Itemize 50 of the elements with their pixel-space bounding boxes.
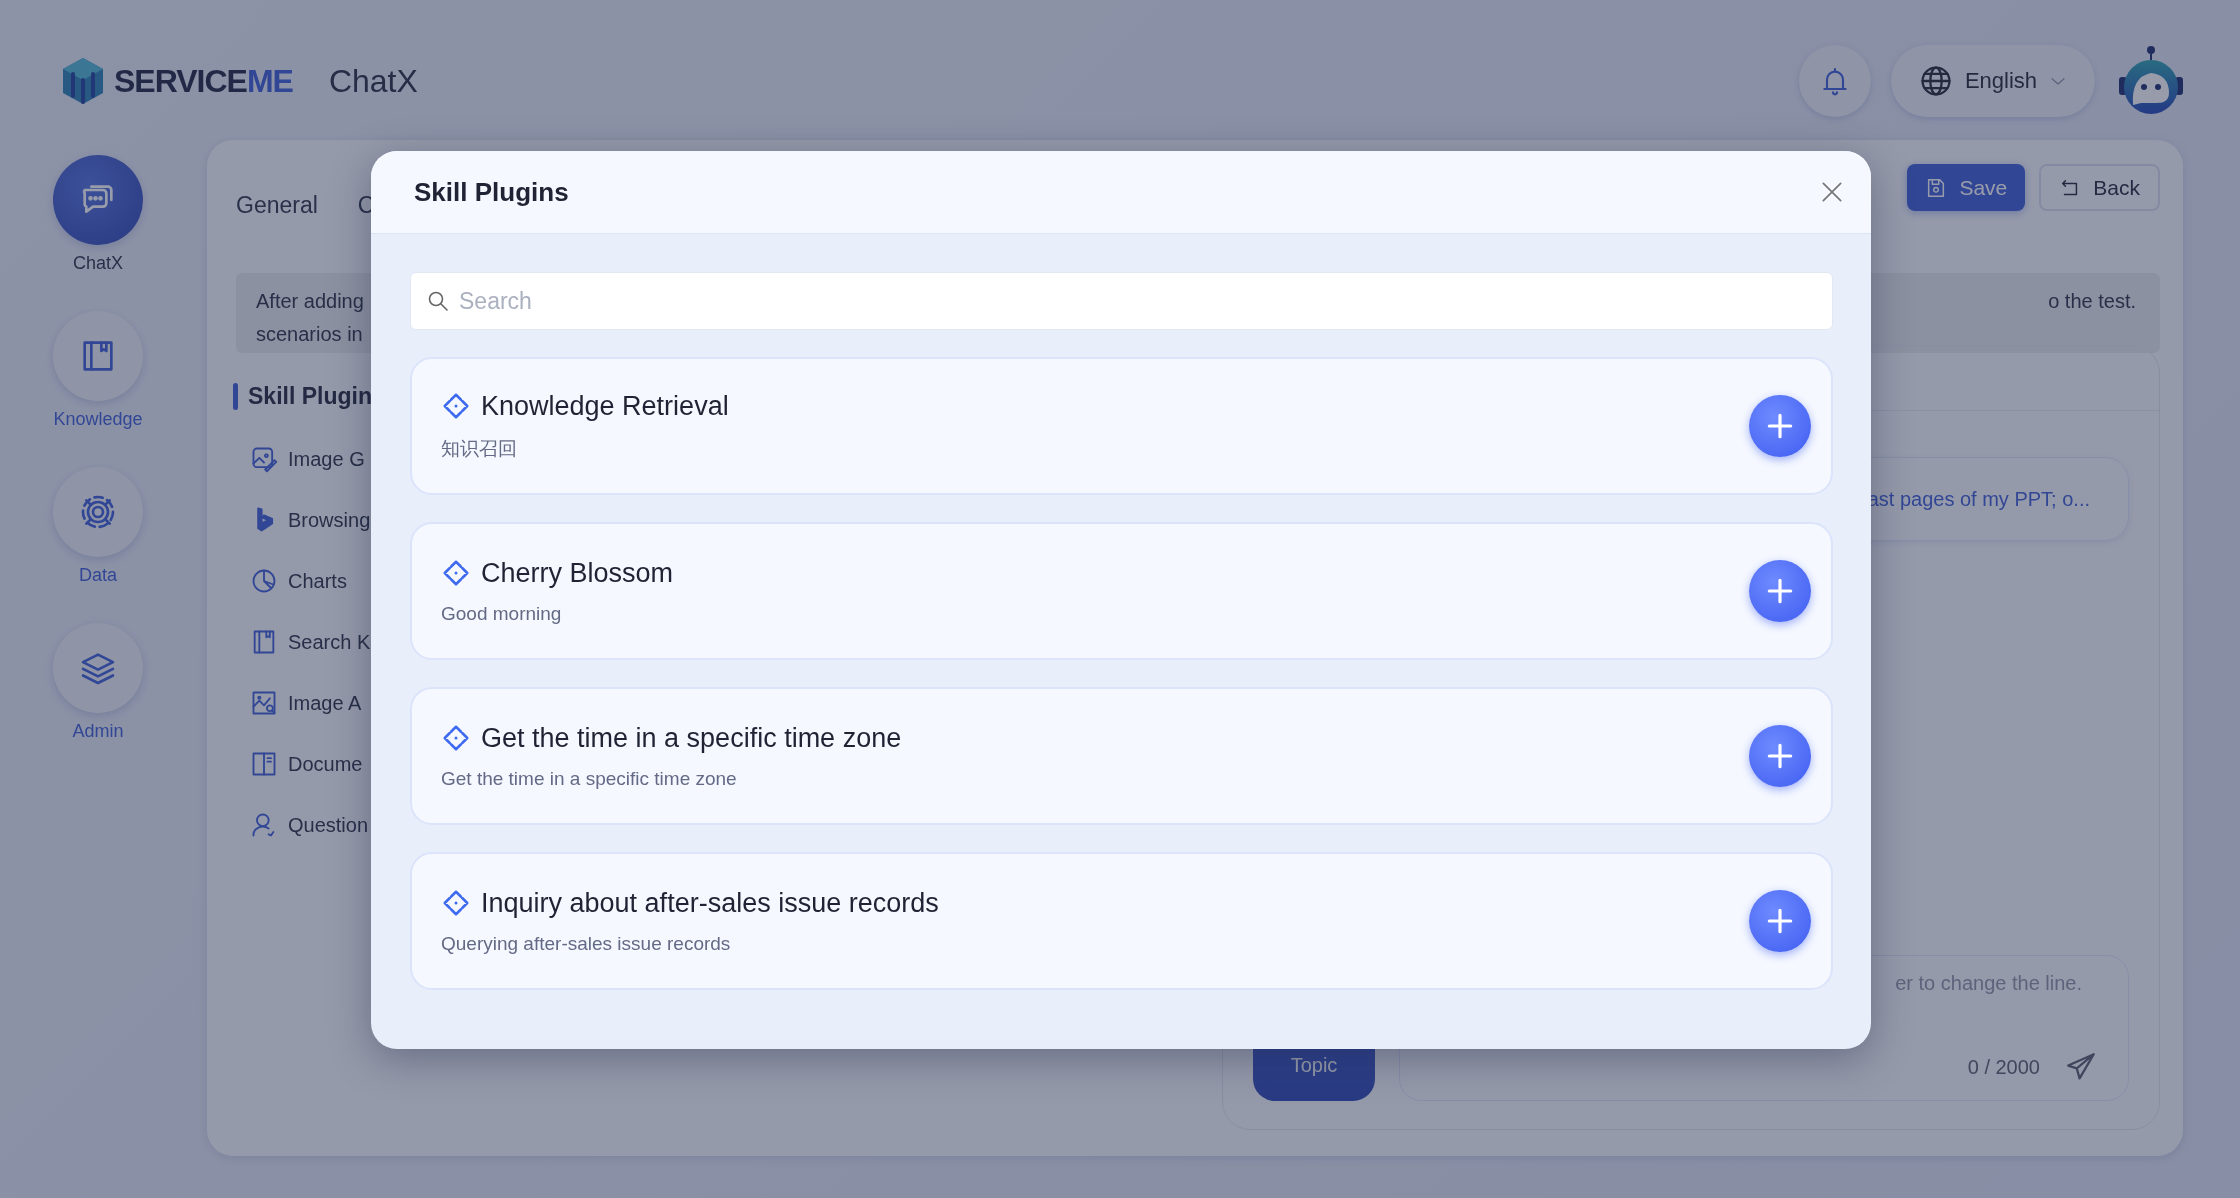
add-button[interactable] bbox=[1749, 560, 1811, 622]
add-button[interactable] bbox=[1749, 395, 1811, 457]
section-title: Skill Plugin bbox=[248, 383, 372, 410]
plugin-name: Get the time in a specific time zone bbox=[481, 722, 902, 754]
search-icon bbox=[426, 289, 450, 313]
save-button[interactable]: Save bbox=[1907, 164, 2026, 211]
plugin-name: Inquiry about after-sales issue records bbox=[481, 887, 939, 919]
plugin-description: 知识召回 bbox=[441, 436, 518, 461]
image-search-icon bbox=[250, 689, 278, 717]
skill-item: Docume bbox=[288, 752, 363, 776]
pie-chart-icon bbox=[250, 567, 278, 595]
skill-item: Image G bbox=[288, 447, 365, 471]
app-title: ChatX bbox=[328, 62, 418, 100]
tab[interactable]: General bbox=[236, 192, 318, 219]
nav-label: Admin bbox=[72, 721, 124, 742]
skill-item: Browsing bbox=[288, 508, 371, 532]
plugin-name: Knowledge Retrieval bbox=[481, 390, 729, 422]
plugin-icon bbox=[441, 558, 471, 588]
language-select[interactable]: English bbox=[1891, 45, 2095, 117]
logo-icon bbox=[60, 56, 106, 106]
plugin-icon bbox=[441, 391, 471, 421]
plugin-name: Cherry Blossom bbox=[481, 557, 674, 589]
globe-icon bbox=[1918, 64, 1953, 98]
search-field[interactable]: Search bbox=[410, 272, 1833, 330]
plugin-icon bbox=[441, 723, 471, 753]
nav-label: Data bbox=[79, 565, 117, 586]
character-counter: 0 / 2000 bbox=[1967, 1055, 2040, 1079]
plugin-description: Get the time in a specific time zone bbox=[441, 767, 738, 790]
skill-item: Search K bbox=[288, 630, 371, 654]
plugin-icon bbox=[441, 888, 471, 918]
nav-label: ChatX bbox=[73, 253, 123, 274]
modal-title: Skill Plugins bbox=[414, 176, 569, 208]
notice-text: scenarios in bbox=[256, 322, 364, 347]
add-button[interactable] bbox=[1749, 725, 1811, 787]
brand-name: SERVICEME bbox=[114, 62, 293, 100]
skill-item: Image A bbox=[288, 691, 362, 715]
back-button[interactable]: Back bbox=[2039, 164, 2160, 211]
nav-label: Knowledge bbox=[53, 409, 143, 430]
plugin-description: Good morning bbox=[441, 602, 563, 625]
input-placeholder: er to change the line. bbox=[1895, 972, 2082, 995]
robot-avatar bbox=[2117, 45, 2185, 117]
plugin-description: Querying after-sales issue records bbox=[441, 932, 732, 955]
skill-item: Charts bbox=[288, 569, 347, 593]
section-marker bbox=[233, 383, 238, 410]
document-icon bbox=[250, 750, 278, 778]
image-edit-icon bbox=[250, 445, 278, 473]
add-button[interactable] bbox=[1749, 890, 1811, 952]
skill-item: Question bbox=[288, 813, 369, 837]
notice-text: After adding bbox=[256, 289, 364, 314]
notice-text: o the test. bbox=[2048, 289, 2137, 314]
